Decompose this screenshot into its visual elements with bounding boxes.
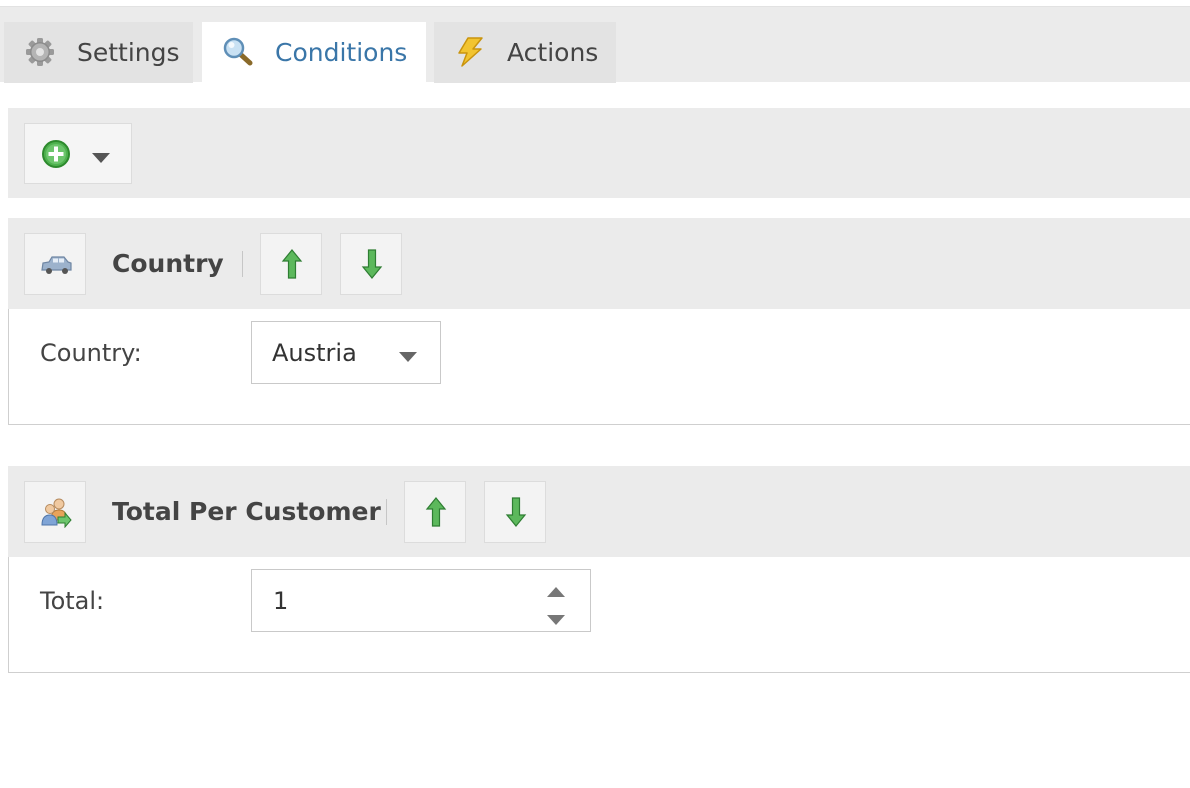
tab-settings-label: Settings (77, 38, 180, 67)
condition-total-type-button[interactable] (24, 481, 86, 543)
magnifier-icon (222, 36, 254, 68)
arrow-up-icon (281, 249, 303, 279)
country-field-label: Country: (40, 339, 142, 367)
move-up-button[interactable] (260, 233, 322, 295)
condition-title: Country (112, 249, 224, 278)
decrement-icon[interactable] (546, 611, 566, 630)
move-down-button[interactable] (340, 233, 402, 295)
condition-country-body: Country: Austria (8, 309, 1190, 425)
condition-total-header: Total Per Customer (8, 466, 1190, 558)
add-icon (41, 139, 71, 173)
arrow-down-icon (361, 249, 383, 279)
lightning-icon (454, 36, 486, 68)
add-condition-button[interactable] (24, 123, 132, 184)
increment-icon[interactable] (546, 583, 566, 602)
country-select-value: Austria (272, 339, 356, 367)
divider (386, 499, 387, 525)
total-number-input[interactable]: 1 (251, 569, 591, 632)
country-select[interactable]: Austria (251, 321, 441, 384)
move-down-button[interactable] (484, 481, 546, 543)
tab-actions[interactable]: Actions (434, 22, 616, 83)
arrow-down-icon (505, 497, 527, 527)
divider (242, 251, 243, 277)
condition-country-type-button[interactable] (24, 233, 86, 295)
gear-icon (24, 36, 56, 68)
condition-country-header: Country (8, 218, 1190, 310)
arrow-up-icon (425, 497, 447, 527)
total-field-label: Total: (40, 587, 105, 615)
chevron-down-icon (398, 348, 418, 367)
tab-settings[interactable]: Settings (4, 22, 193, 83)
tab-actions-label: Actions (507, 38, 599, 67)
tab-conditions-label: Conditions (275, 38, 408, 67)
condition-title: Total Per Customer (112, 497, 381, 526)
tab-conditions[interactable]: Conditions (202, 22, 426, 83)
toolbar (8, 108, 1190, 198)
tab-bar: Settings Conditions Actions (0, 6, 1190, 83)
caret-down-icon (91, 149, 111, 168)
total-input-value: 1 (273, 587, 289, 615)
move-up-button[interactable] (404, 481, 466, 543)
condition-total-body: Total: 1 (8, 557, 1190, 673)
